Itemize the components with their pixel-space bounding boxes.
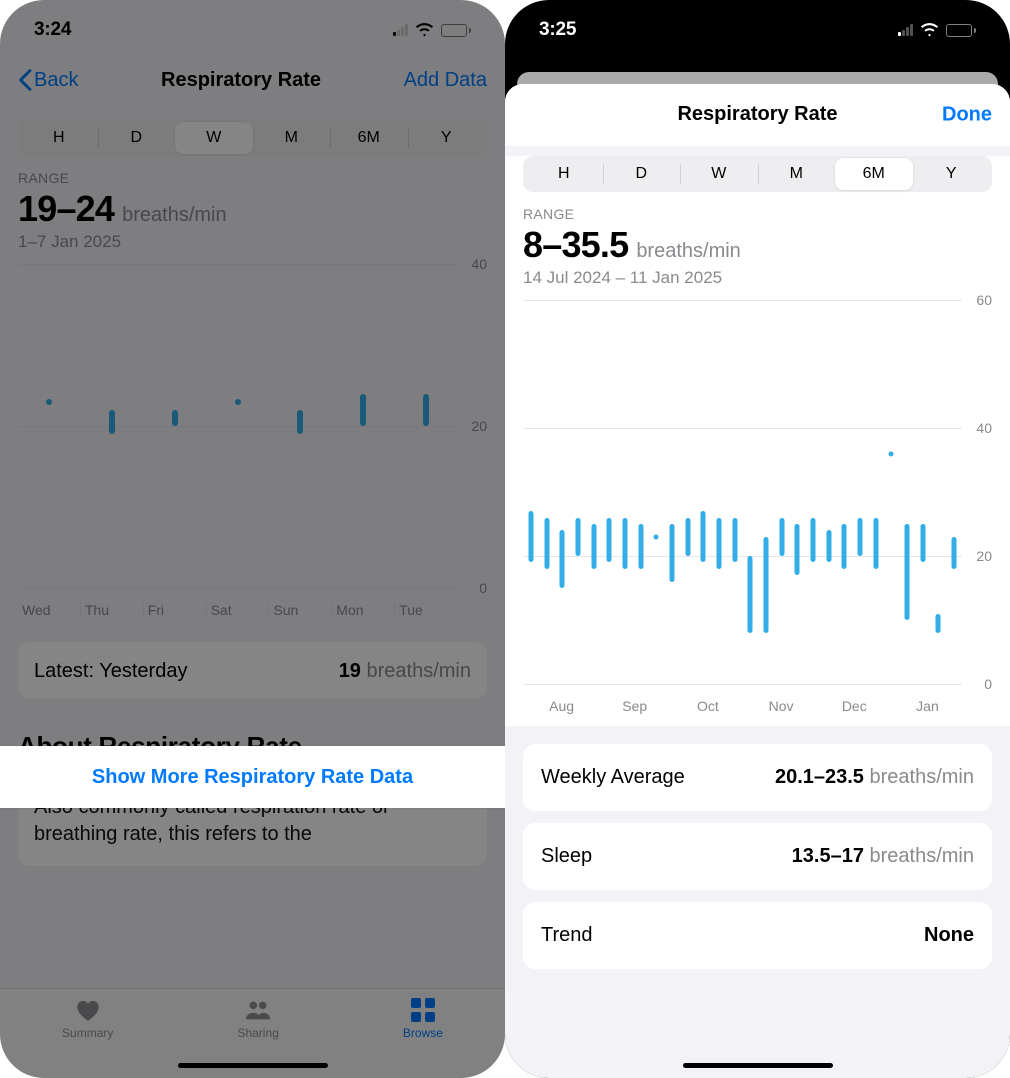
x-tick: Thu	[80, 602, 143, 618]
y-tick: 40	[976, 420, 992, 436]
x-tick: Wed	[18, 602, 80, 618]
x-tick: Mon	[331, 602, 394, 618]
y-tick: 60	[976, 292, 992, 308]
cellular-icon	[393, 24, 408, 36]
people-icon	[243, 997, 273, 1023]
back-button[interactable]: Back	[18, 69, 78, 92]
range-summary: RANGE 8–35.5 breaths/min 14 Jul 2024 – 1…	[505, 192, 1010, 288]
range-unit: breaths/min	[122, 204, 227, 227]
range-value: 19–24	[18, 188, 114, 230]
tab-summary[interactable]: Summary	[62, 997, 113, 1040]
y-tick: 0	[984, 676, 992, 692]
status-bar: 3:24	[0, 0, 505, 60]
latest-card[interactable]: Latest: Yesterday 19 breaths/min	[18, 642, 487, 699]
sheet-title: Respiratory Rate	[677, 103, 837, 126]
battery-icon	[441, 24, 471, 37]
stat-unit: breaths/min	[870, 845, 975, 867]
range-date: 14 Jul 2024 – 11 Jan 2025	[523, 268, 992, 288]
weekly-chart[interactable]: 40 20 0 WedThuFriSatSunMonTue	[18, 258, 487, 618]
stat-label: Sleep	[541, 845, 592, 868]
stat-sleep[interactable]: Sleep 13.5–17 breaths/min	[523, 823, 992, 890]
home-indicator[interactable]	[178, 1063, 328, 1068]
segment-d[interactable]: D	[603, 158, 681, 190]
add-data-button[interactable]: Add Data	[404, 69, 487, 92]
x-tick: Fri	[143, 602, 206, 618]
range-date: 1–7 Jan 2025	[18, 232, 487, 252]
x-tick: Aug	[523, 698, 596, 714]
x-tick: Tue	[394, 602, 457, 618]
segment-y[interactable]: Y	[913, 158, 991, 190]
range-value: 8–35.5	[523, 224, 628, 266]
home-indicator[interactable]	[683, 1063, 833, 1068]
battery-icon	[946, 24, 976, 37]
tab-browse[interactable]: Browse	[403, 997, 443, 1040]
cellular-icon	[898, 24, 913, 36]
stat-value: 13.5–17	[792, 845, 864, 867]
done-button[interactable]: Done	[942, 103, 992, 126]
phone-right: 3:25 Respiratory Rate Done HDWM6MY	[505, 0, 1010, 1078]
latest-value: 19	[339, 660, 361, 682]
show-more-button[interactable]: Show More Respiratory Rate Data	[0, 746, 505, 808]
range-unit: breaths/min	[636, 240, 741, 263]
wifi-icon	[415, 23, 434, 37]
chevron-left-icon	[18, 69, 32, 91]
y-tick: 0	[479, 580, 487, 596]
x-tick: Dec	[816, 698, 889, 714]
latest-unit: breaths/min	[367, 660, 472, 682]
y-tick: 20	[471, 418, 487, 434]
sheet-nav: Respiratory Rate Done	[505, 84, 1010, 146]
stat-unit: breaths/min	[870, 766, 975, 788]
segment-m[interactable]: M	[758, 158, 836, 190]
x-tick: Nov	[743, 698, 816, 714]
nav-bar: Back Respiratory Rate Add Data	[0, 56, 505, 104]
wifi-icon	[920, 23, 939, 37]
x-tick: Oct	[669, 698, 742, 714]
time-range-segmented[interactable]: HDWM6MY	[18, 120, 487, 156]
segment-d[interactable]: D	[98, 122, 176, 154]
segment-6m[interactable]: 6M	[835, 158, 913, 190]
heart-icon	[73, 997, 103, 1023]
time-range-segmented[interactable]: HDWM6MY	[523, 156, 992, 192]
y-tick: 40	[471, 256, 487, 272]
detail-sheet: Respiratory Rate Done HDWM6MY RANGE 8–35…	[505, 84, 1010, 1078]
segment-w[interactable]: W	[175, 122, 253, 154]
tab-sharing[interactable]: Sharing	[237, 997, 278, 1040]
status-time: 3:24	[34, 19, 71, 41]
x-tick: Jan	[889, 698, 962, 714]
range-summary: RANGE 19–24 breaths/min 1–7 Jan 2025	[0, 156, 505, 252]
stat-weekly-average[interactable]: Weekly Average 20.1–23.5 breaths/min	[523, 744, 992, 811]
stat-label: Weekly Average	[541, 766, 685, 789]
status-time: 3:25	[539, 19, 576, 41]
y-tick: 20	[976, 548, 992, 564]
stat-label: Trend	[541, 924, 593, 947]
grid-icon	[408, 997, 438, 1023]
latest-label: Latest: Yesterday	[34, 660, 187, 683]
segment-w[interactable]: W	[680, 158, 758, 190]
range-label: RANGE	[18, 170, 487, 186]
stat-value: 20.1–23.5	[775, 766, 864, 788]
x-tick: Sun	[268, 602, 331, 618]
range-label: RANGE	[523, 206, 992, 222]
six-month-chart[interactable]: 60 40 20 0 AugSepOctNovDecJan	[523, 294, 992, 714]
back-label: Back	[34, 69, 78, 92]
x-tick: Sep	[596, 698, 669, 714]
status-indicators	[898, 23, 976, 37]
stat-trend[interactable]: Trend None	[523, 902, 992, 969]
stat-value: None	[924, 924, 974, 947]
page-title: Respiratory Rate	[161, 69, 321, 92]
segment-m[interactable]: M	[253, 122, 331, 154]
segment-h[interactable]: H	[525, 158, 603, 190]
segment-y[interactable]: Y	[408, 122, 486, 154]
segment-6m[interactable]: 6M	[330, 122, 408, 154]
x-tick: Sat	[206, 602, 269, 618]
status-indicators	[393, 23, 471, 37]
segment-h[interactable]: H	[20, 122, 98, 154]
phone-left: 3:24 Back Respiratory Rate Add Data	[0, 0, 505, 1078]
status-bar: 3:25	[505, 0, 1010, 60]
stats-list: Weekly Average 20.1–23.5 breaths/min Sle…	[523, 744, 992, 969]
